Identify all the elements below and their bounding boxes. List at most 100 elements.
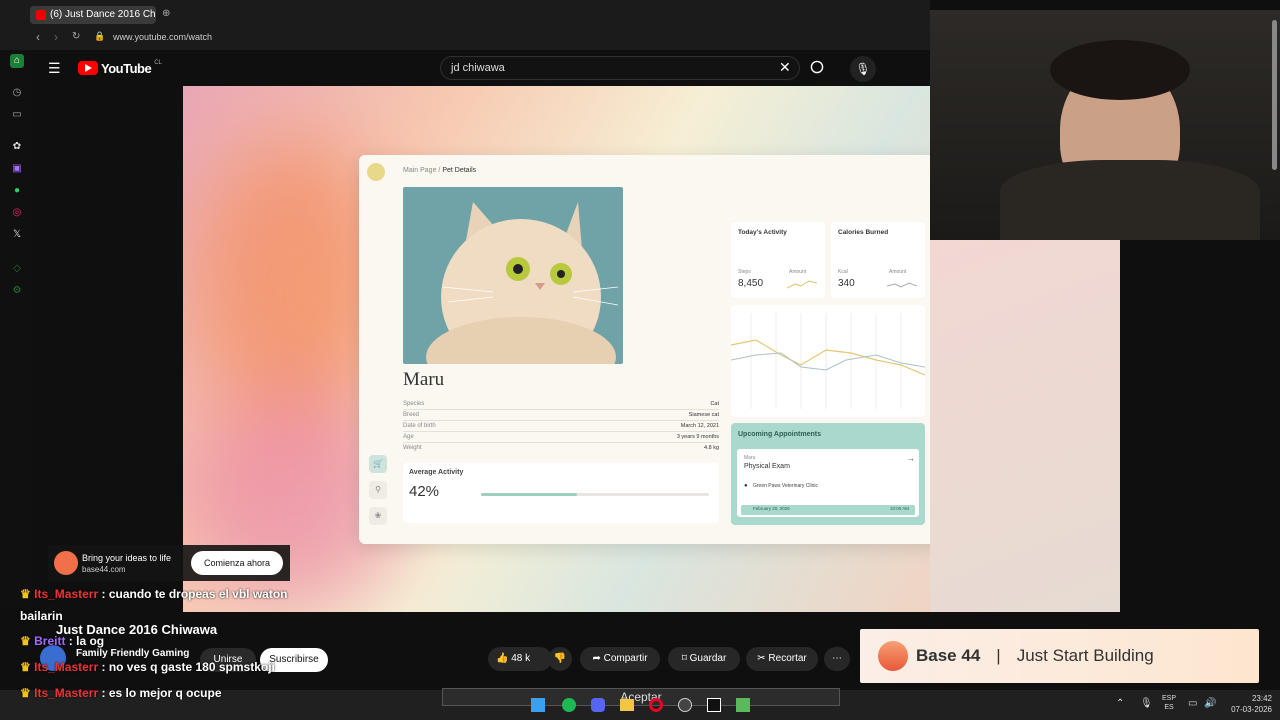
search-icon[interactable] xyxy=(810,60,824,74)
extension-icon[interactable]: ◇ xyxy=(10,262,24,276)
capcut-icon[interactable] xyxy=(707,698,721,712)
detail-row: Age 3 years 9 months xyxy=(403,432,719,443)
link-icon[interactable]: ⚲ xyxy=(369,481,387,499)
thumbs-up-icon: 👍 xyxy=(496,653,509,664)
bookmark-icon: ⌑ xyxy=(681,653,687,664)
scissors-icon: ✂ xyxy=(757,653,766,664)
home-icon[interactable]: ⌂ xyxy=(10,54,24,68)
share-icon: ➦ xyxy=(592,653,601,664)
ad-line2: base44.com xyxy=(82,565,126,574)
clip-button[interactable]: ✂ Recortar xyxy=(746,647,818,671)
crown-icon: ♛ xyxy=(20,660,31,674)
calories-sparkline xyxy=(887,282,917,288)
banner-brand: Base 44 xyxy=(916,646,981,665)
discord-icon[interactable] xyxy=(591,698,605,712)
cat-illustration xyxy=(426,202,619,364)
kcal-label: Kcal xyxy=(838,269,848,275)
network-icon[interactable]: ▭ xyxy=(1188,698,1197,709)
menu-icon[interactable]: ☰ xyxy=(48,60,61,77)
obs-icon[interactable] xyxy=(678,698,692,712)
banner-separator: | xyxy=(996,646,1001,665)
forward-icon[interactable]: › xyxy=(54,30,58,44)
pet-details-list: Species Cat Breed Siamese cat Date of birt… xyxy=(403,399,719,454)
amount-label: Amount xyxy=(889,269,907,275)
microphone-icon[interactable]: 🎙 xyxy=(850,56,876,82)
base44-logo-icon xyxy=(878,641,908,671)
search-input[interactable]: jd chiwawa xyxy=(440,56,800,80)
url-field[interactable]: www.youtube.com/watch xyxy=(113,32,212,42)
sponsor-banner: Base 44 | Just Start Building xyxy=(860,629,1259,683)
save-button[interactable]: ⌑ Guardar xyxy=(668,647,740,671)
thumbs-down-icon: 👎 xyxy=(553,653,567,664)
appointment-card[interactable]: Maru Physical Exam → ● Green Paws Veteri… xyxy=(737,449,919,517)
breadcrumb: Main Page / Pet Details xyxy=(403,167,477,174)
app-logo-icon xyxy=(367,163,385,181)
twitch-icon[interactable]: ▣ xyxy=(10,162,24,176)
windows-start-icon[interactable] xyxy=(531,698,545,712)
youtube-play-icon xyxy=(78,61,98,75)
opera-icon[interactable] xyxy=(649,698,663,712)
cart-icon[interactable]: 🛒 xyxy=(369,455,387,473)
pet-details-card: Main Page / Pet Details Maru Species Cat … xyxy=(359,155,943,544)
microphone-tray-icon[interactable]: 🎙 xyxy=(1140,698,1153,709)
youtube-logo[interactable]: YouTube CL xyxy=(78,60,162,76)
channel-name[interactable]: Family Friendly Gaming xyxy=(76,648,189,659)
folder-icon[interactable] xyxy=(620,699,634,711)
todays-activity-panel: Today's Activity Steps Amount 8,450 xyxy=(731,222,825,298)
instagram-icon[interactable]: ◎ xyxy=(10,206,24,220)
crown-icon: ♛ xyxy=(20,587,31,601)
appointments-title: Upcoming Appointments xyxy=(738,431,821,438)
volume-icon[interactable]: 🔊 xyxy=(1204,698,1216,709)
pet-photo xyxy=(403,187,623,364)
location-pin-icon: ● xyxy=(744,483,748,489)
region-code: CL xyxy=(154,60,162,66)
ad-line1: Bring your ideas to life xyxy=(82,553,172,563)
x-icon[interactable]: 𝕏 xyxy=(10,228,24,242)
ad-banner[interactable]: Bring your ideas to life base44.com Comi… xyxy=(48,545,290,581)
dislike-button[interactable]: 👎 xyxy=(548,647,572,671)
language-indicator[interactable]: ESP ES xyxy=(1162,694,1176,712)
calories-panel: Calories Burned Kcal Amount 340 xyxy=(831,222,925,298)
chat-message: ♛ Breitt : la og xyxy=(20,634,105,648)
scrollbar[interactable] xyxy=(1272,20,1277,170)
taskbar-popup[interactable]: Aceptar xyxy=(442,688,840,706)
crown-icon: ♛ xyxy=(20,686,31,700)
whatsapp-icon[interactable]: ● xyxy=(10,184,24,198)
spotify-icon[interactable] xyxy=(562,698,576,712)
calories-value: 340 xyxy=(838,278,855,289)
stream-background xyxy=(930,240,1120,612)
chart-line-blue xyxy=(730,352,926,371)
like-button[interactable]: 👍 48 k xyxy=(488,647,552,671)
paw-icon[interactable]: ❀ xyxy=(369,507,387,525)
banner-tagline: Just Start Building xyxy=(1016,646,1154,665)
steps-sparkline xyxy=(787,280,817,289)
history-icon[interactable]: ◷ xyxy=(10,86,24,100)
arrow-right-icon[interactable]: → xyxy=(907,454,915,463)
appointment-clinic: Green Paws Veterinary Clinic xyxy=(753,483,819,489)
appointments-panel: Upcoming Appointments Maru Physical Exam… xyxy=(731,423,925,525)
browser-sidebar xyxy=(0,50,32,610)
share-button[interactable]: ➦ Compartir xyxy=(580,647,660,671)
steps-value: 8,450 xyxy=(738,278,764,289)
chat-message: ♛ Its_Masterr : cuando te dropeas el vbl… xyxy=(20,587,288,601)
more-button[interactable]: ⋯ xyxy=(824,647,850,671)
minecraft-icon[interactable] xyxy=(736,698,750,712)
reload-icon[interactable]: ↻ xyxy=(72,31,80,42)
ad-cta-button[interactable]: Comienza ahora xyxy=(191,551,283,575)
detail-row: Breed Siamese cat xyxy=(403,410,719,421)
clock[interactable]: 23:42 07-03-2026 xyxy=(1222,693,1272,715)
chat-message: ♛ Its_Masterr : es lo mejor q ocupe xyxy=(20,686,222,700)
tab-add-icon[interactable]: ⊕ xyxy=(162,8,170,19)
activity-progress-fill xyxy=(481,493,577,496)
average-activity-percent: 42% xyxy=(409,483,440,500)
base44-logo-icon xyxy=(54,551,78,575)
tray-chevron-icon[interactable]: ⌃ xyxy=(1116,698,1124,709)
bookmark-icon[interactable]: ▭ xyxy=(10,108,24,122)
back-icon[interactable]: ‹ xyxy=(36,30,40,44)
detail-row: Date of birth March 12, 2021 xyxy=(403,421,719,432)
appointment-datebar: February 20, 2026 10:00 AM xyxy=(741,505,915,515)
browser-tab[interactable]: (6) Just Dance 2016 Ch xyxy=(30,6,156,24)
clear-search-icon[interactable]: ✕ xyxy=(779,59,791,76)
settings-icon[interactable]: ⚙ xyxy=(10,284,24,298)
chatgpt-icon[interactable]: ✿ xyxy=(10,140,24,154)
